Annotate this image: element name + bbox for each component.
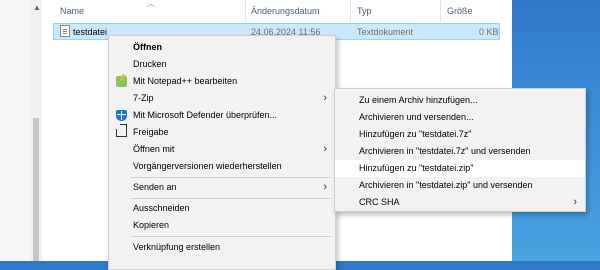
menu-item-label: Ausschneiden — [133, 203, 190, 213]
chevron-right-icon: › — [573, 196, 577, 208]
menu-item-notepadpp[interactable]: Mit Notepad++ bearbeiten — [109, 73, 335, 90]
menu-separator — [131, 177, 331, 178]
menu-item-label: Archivieren und versenden... — [359, 112, 474, 122]
chevron-right-icon: › — [323, 181, 327, 193]
defender-shield-icon — [116, 110, 127, 121]
menu-separator — [131, 198, 331, 199]
column-header-size[interactable]: Größe — [447, 0, 473, 22]
menu-item-label: Öffnen — [133, 42, 162, 52]
zip-item-add-to-zip[interactable]: Hinzufügen zu "testdatei.zip" — [335, 160, 585, 177]
menu-item-label: 7-Zip — [133, 93, 154, 103]
zip-item-crc-sha[interactable]: CRC SHA › — [335, 194, 585, 211]
menu-item-share[interactable]: Freigabe — [109, 124, 335, 141]
notepadpp-icon — [116, 76, 127, 87]
scroll-up-arrow-icon[interactable]: ▲ — [33, 3, 41, 12]
zip-item-archive-and-send[interactable]: Archivieren und versenden... — [335, 109, 585, 126]
column-divider[interactable] — [245, 0, 246, 22]
zip-item-archive-7z-and-send[interactable]: Archivieren in "testdatei.7z" und versen… — [335, 143, 585, 160]
menu-item-cut[interactable]: Ausschneiden — [109, 200, 335, 217]
menu-item-open[interactable]: Öffnen — [109, 39, 335, 56]
share-icon — [116, 129, 127, 137]
chevron-right-icon: › — [323, 92, 327, 104]
column-divider[interactable] — [350, 0, 351, 22]
7zip-submenu: Zu einem Archiv hinzufügen... Archiviere… — [334, 88, 586, 212]
context-menu: Öffnen Drucken Mit Notepad++ bearbeiten … — [108, 35, 336, 270]
menu-item-send-to[interactable]: Senden an › — [109, 179, 335, 196]
nav-pane-scroll-thumb[interactable] — [33, 118, 39, 261]
menu-item-defender-scan[interactable]: Mit Microsoft Defender überprüfen... — [109, 107, 335, 124]
zip-item-add-to-archive[interactable]: Zu einem Archiv hinzufügen... — [335, 92, 585, 109]
text-document-icon — [60, 25, 70, 37]
chevron-right-icon: › — [323, 143, 327, 155]
zip-item-add-to-7z[interactable]: Hinzufügen zu "testdatei.7z" — [335, 126, 585, 143]
menu-item-label: Freigabe — [133, 127, 169, 137]
column-header-date[interactable]: Änderungsdatum — [251, 0, 320, 22]
menu-item-label: Öffnen mit — [133, 144, 175, 154]
menu-item-print[interactable]: Drucken — [109, 56, 335, 73]
menu-item-create-shortcut[interactable]: Verknüpfung erstellen — [109, 239, 335, 256]
sort-caret-icon: ︿ — [147, 0, 155, 8]
menu-item-label: Zu einem Archiv hinzufügen... — [359, 95, 478, 105]
menu-item-label: Hinzufügen zu "testdatei.zip" — [359, 163, 474, 173]
menu-separator — [131, 236, 331, 237]
menu-item-label: Kopieren — [133, 220, 170, 230]
menu-item-label: Drucken — [133, 59, 167, 69]
menu-item-restore-previous[interactable]: Vorgängerversionen wiederherstellen — [109, 158, 335, 175]
menu-item-7zip[interactable]: 7-Zip › — [109, 90, 335, 107]
menu-item-label: Vorgängerversionen wiederherstellen — [133, 161, 282, 171]
menu-item-label: CRC SHA — [359, 197, 400, 207]
menu-item-label: Hinzufügen zu "testdatei.7z" — [359, 129, 472, 139]
menu-item-label: Archivieren in "testdatei.7z" und versen… — [359, 146, 531, 156]
menu-item-label: Mit Notepad++ bearbeiten — [133, 76, 238, 86]
zip-item-archive-zip-and-send[interactable]: Archivieren in "testdatei.zip" und verse… — [335, 177, 585, 194]
file-size: 0 KB — [479, 27, 499, 37]
file-name[interactable]: testdatei — [73, 24, 107, 40]
navigation-pane[interactable] — [0, 0, 31, 261]
column-header-type[interactable]: Typ — [357, 0, 372, 22]
file-type: Textdokument — [357, 27, 414, 37]
column-header-name[interactable]: Name — [60, 0, 84, 22]
menu-item-label: Senden an — [133, 182, 177, 192]
menu-item-label: Verknüpfung erstellen — [133, 242, 221, 252]
menu-item-open-with[interactable]: Öffnen mit › — [109, 141, 335, 158]
menu-item-label: Mit Microsoft Defender überprüfen... — [133, 110, 278, 120]
menu-item-copy[interactable]: Kopieren — [109, 217, 335, 234]
menu-item-label: Archivieren in "testdatei.zip" und verse… — [359, 180, 533, 190]
column-divider[interactable] — [440, 0, 441, 22]
